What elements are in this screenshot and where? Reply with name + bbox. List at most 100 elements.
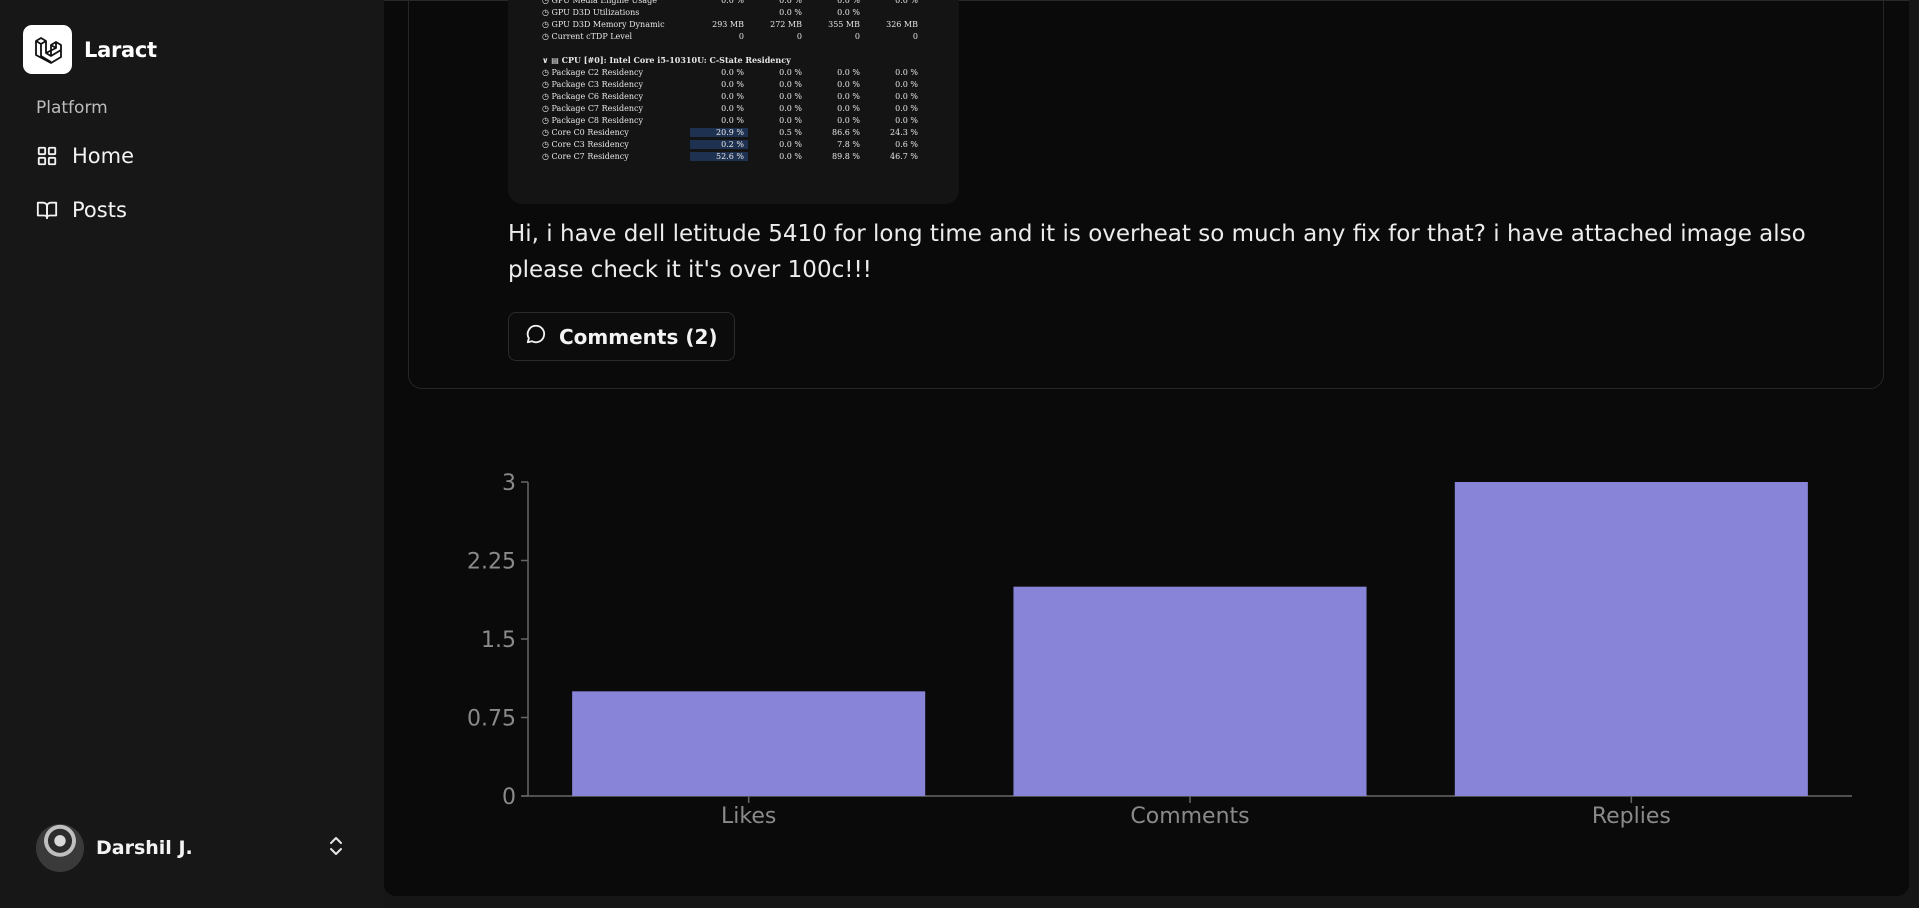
y-tick-label: 2.25	[467, 550, 516, 575]
image-table-cell: 0.0 %	[895, 115, 918, 125]
image-table-cell: 0.0 %	[721, 79, 744, 89]
image-table-cell: 0.0 %	[837, 7, 860, 17]
bar-replies	[1454, 482, 1808, 796]
y-tick-label: 0.75	[467, 707, 516, 732]
bar-likes	[572, 691, 926, 796]
image-table-row: ◷ GPU D3D Utilizations 0.0 % 0.0 %	[542, 6, 932, 18]
sidebar-item-label: Home	[72, 144, 135, 168]
image-table-label: ◷ Package C6 Residency	[542, 91, 643, 101]
x-tick-label: Likes	[721, 804, 776, 829]
image-table-cell: 0	[796, 31, 802, 41]
image-table-cell: 0.0 %	[837, 103, 860, 113]
y-tick-label: 0	[502, 785, 516, 810]
image-table-cell: 0.0 %	[837, 115, 860, 125]
sidebar-group-label: Platform	[36, 98, 108, 118]
image-table-cell: 0.0 %	[895, 91, 918, 101]
image-table-cell: 326 MB	[886, 19, 918, 29]
image-table-cell: 0.5 %	[779, 127, 802, 137]
image-table-cell: 0.0 %	[895, 103, 918, 113]
image-table-cell: 0	[854, 31, 860, 41]
y-tick-label: 3	[502, 471, 516, 496]
avatar	[36, 824, 84, 872]
image-table-row: ◷ GPU D3D Memory Dynamic 293 MB 272 MB 355 …	[542, 18, 932, 30]
image-table-row: ◷ Package C2 Residency 0.0 % 0.0 % 0.0 % 0.0…	[542, 66, 932, 78]
image-table-cell: 46.7 %	[890, 151, 918, 161]
image-table-cell: 0.0 %	[779, 151, 802, 161]
image-table-label: ◷ Package C8 Residency	[542, 115, 643, 125]
image-table-cell: 0.0 %	[779, 7, 802, 17]
image-table-cell: 7.8 %	[837, 139, 860, 149]
image-table-row: ◷ Package C6 Residency 0.0 % 0.0 % 0.0 % 0.0…	[542, 90, 932, 102]
image-table-cell: 0.0 %	[895, 79, 918, 89]
image-table-cell: 86.6 %	[832, 127, 860, 137]
image-table-label: ◷ Package C7 Residency	[542, 103, 643, 113]
image-table-row: ◷ Core C0 Residency 20.9 % 0.5 % 86.6 % 24.3…	[542, 126, 932, 138]
image-table-row: ◷ Package C7 Residency 0.0 % 0.0 % 0.0 % 0.0…	[542, 102, 932, 114]
image-table-cell: 0.2 %	[690, 139, 748, 149]
image-table-label: ◷ Core C3 Residency	[542, 139, 629, 149]
image-table-cell: 0.0 %	[895, 0, 918, 5]
comments-button-label: Comments (2)	[559, 324, 718, 349]
brand[interactable]: Laract	[23, 25, 157, 74]
user-menu[interactable]: Darshil J.	[36, 824, 352, 872]
post-attached-image[interactable]: ◷ GPU D3D Usage0.5 %0.0 %9.5 %1.6 %◷ GPU…	[508, 0, 959, 204]
image-table-cell: 0	[738, 31, 744, 41]
image-table-cell: 355 MB	[828, 19, 860, 29]
x-tick-label: Comments	[1130, 804, 1249, 829]
image-table-cell: 0.0 %	[721, 91, 744, 101]
image-table-row: ◷ Package C8 Residency 0.0 % 0.0 % 0.0 % 0.0…	[542, 114, 932, 126]
image-table-cell: 0.0 %	[837, 67, 860, 77]
sidebar-item-label: Posts	[72, 198, 127, 222]
image-table-cell: 0.0 %	[779, 91, 802, 101]
image-table-cell: 272 MB	[770, 19, 802, 29]
user-name: Darshil J.	[96, 837, 193, 859]
y-tick-label: 1.5	[481, 628, 516, 653]
message-circle-icon	[525, 323, 547, 350]
image-table-cell: 0.0 %	[779, 0, 802, 5]
image-table-label: ◷ Core C0 Residency	[542, 127, 629, 137]
image-table-cell: 0.0 %	[895, 67, 918, 77]
app-root: Laract Platform Home Posts Darshil J. ◷ …	[0, 0, 1919, 908]
sidebar-item-home[interactable]: Home	[36, 144, 134, 168]
image-table-cell: 24.3 %	[890, 127, 918, 137]
image-table-row: ◷ Package C3 Residency 0.0 % 0.0 % 0.0 % 0.0…	[542, 78, 932, 90]
image-table-label: ◷ GPU D3D Utilizations	[542, 7, 640, 17]
main-content: ◷ GPU D3D Usage0.5 %0.0 %9.5 %1.6 %◷ GPU…	[384, 0, 1909, 896]
image-table-cell: 0.0 %	[779, 103, 802, 113]
image-section-title: ∨ ▤ CPU [#0]: Intel Core i5-10310U: C-St…	[542, 55, 791, 65]
image-table-label: ◷ GPU D3D Memory Dynamic	[542, 19, 665, 29]
image-table-cell: 0.0 %	[721, 103, 744, 113]
image-table-label: ◷ GPU Media Engine Usage	[542, 0, 657, 5]
image-table-cell: 0.0 %	[837, 91, 860, 101]
brand-name: Laract	[84, 37, 157, 62]
image-table-cell: 0.0 %	[721, 0, 744, 5]
image-hwinfo-table: ◷ GPU D3D Usage0.5 %0.0 %9.5 %1.6 %◷ GPU…	[542, 0, 932, 162]
image-table-cell: 89.8 %	[832, 151, 860, 161]
image-table-row: ◷ Core C3 Residency 0.2 % 0.0 % 7.8 % 0.6 %	[542, 138, 932, 150]
image-table-cell: 0	[912, 31, 918, 41]
image-table-row: ◷ Core C7 Residency 52.6 % 0.0 % 89.8 % 46.7…	[542, 150, 932, 162]
image-table-cell: 52.6 %	[690, 151, 748, 161]
image-table-label: ◷ Package C2 Residency	[542, 67, 643, 77]
post-card: ◷ GPU D3D Usage0.5 %0.0 %9.5 %1.6 %◷ GPU…	[408, 0, 1884, 389]
bar-comments	[1013, 586, 1367, 796]
chevrons-up-down-icon	[328, 836, 344, 860]
image-table-cell: 0.0 %	[779, 79, 802, 89]
comments-button[interactable]: Comments (2)	[508, 312, 735, 361]
image-table-label: ◷ Current cTDP Level	[542, 31, 633, 41]
image-table-row: ◷ Current cTDP Level 0 0 0 0	[542, 30, 932, 42]
image-table-cell: 0.0 %	[779, 139, 802, 149]
sidebar-item-posts[interactable]: Posts	[36, 198, 127, 222]
image-table-cell: 20.9 %	[690, 127, 748, 137]
image-table-cell: 0.0 %	[837, 79, 860, 89]
image-table-cell: 0.6 %	[895, 139, 918, 149]
image-table-cell: 0.0 %	[837, 0, 860, 5]
image-table-cell: 0.0 %	[779, 115, 802, 125]
image-table-label: ◷ Package C3 Residency	[542, 79, 643, 89]
grid-icon	[36, 145, 58, 167]
x-tick-label: Replies	[1592, 804, 1671, 829]
book-open-icon	[36, 199, 58, 221]
image-table-cell: 0.0 %	[721, 115, 744, 125]
sidebar: Laract Platform Home Posts Darshil J.	[0, 0, 384, 908]
image-table-label: ◷ Core C7 Residency	[542, 151, 629, 161]
